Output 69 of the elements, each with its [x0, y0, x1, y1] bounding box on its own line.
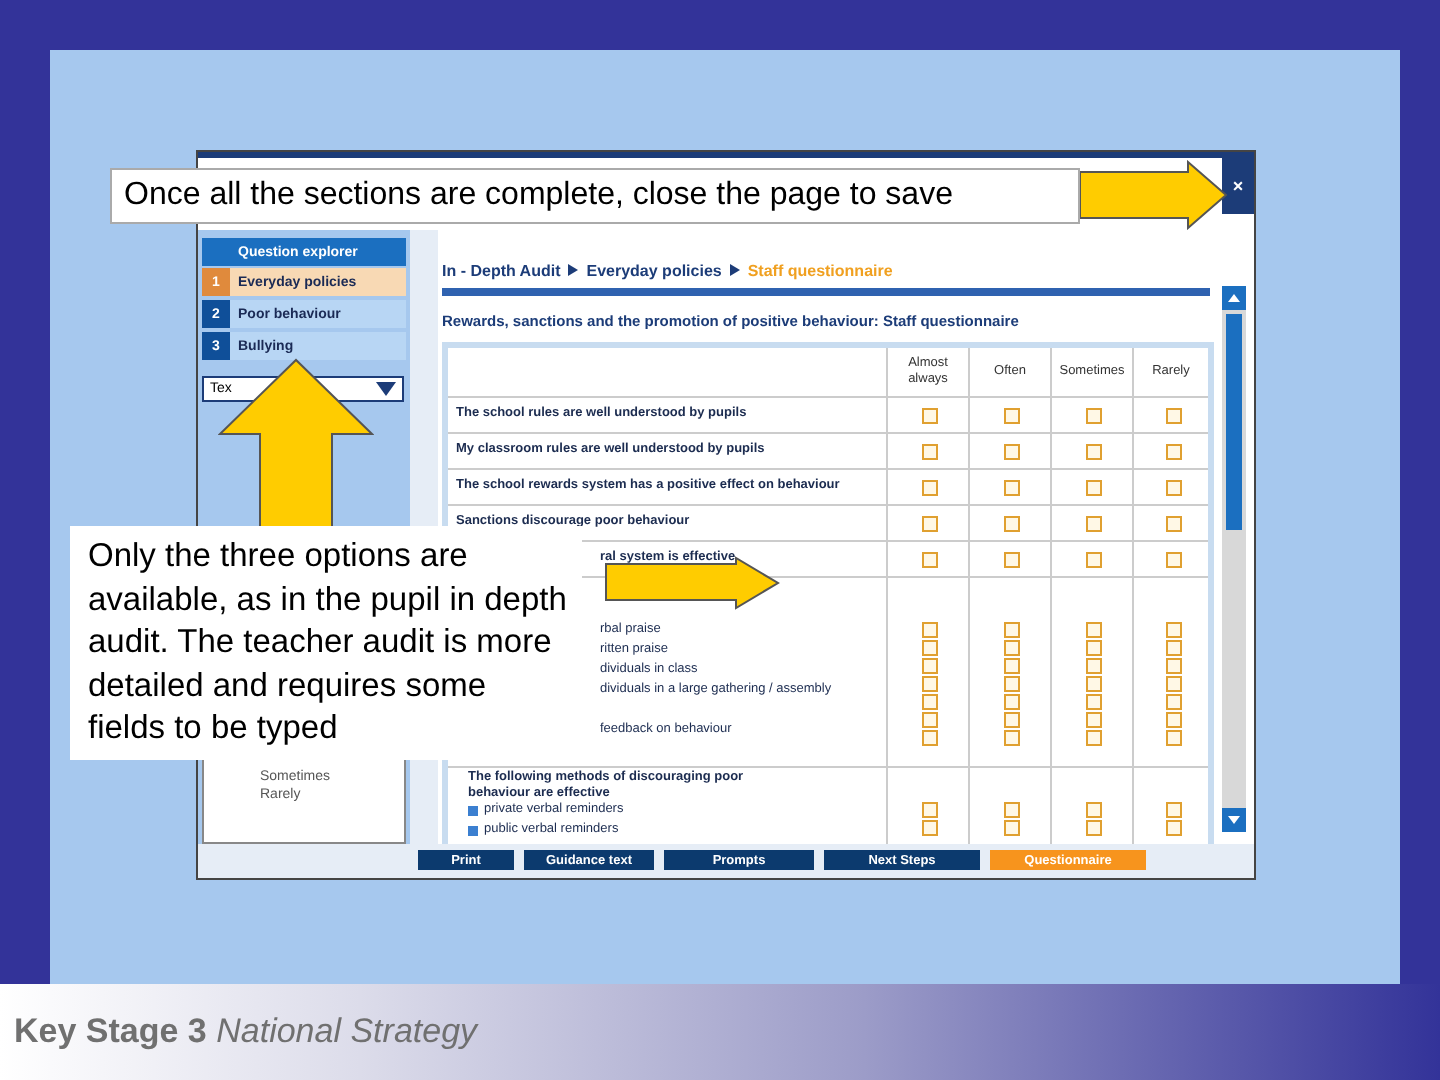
dropdown-caret-icon [376, 382, 396, 396]
checkbox[interactable] [922, 551, 938, 567]
checkbox[interactable] [1086, 657, 1102, 673]
callout-text: Once all the sections are complete, close the page to save [110, 168, 1080, 224]
checkbox[interactable] [1004, 729, 1020, 745]
checkbox[interactable] [1165, 407, 1181, 423]
checkbox[interactable] [1165, 711, 1181, 727]
checkbox[interactable] [1086, 729, 1102, 745]
checkbox[interactable] [922, 407, 938, 423]
checkbox[interactable] [922, 819, 938, 835]
checkbox[interactable] [1165, 443, 1181, 459]
checkbox[interactable] [922, 621, 938, 637]
checkbox[interactable] [1004, 675, 1020, 691]
checkbox[interactable] [1165, 657, 1181, 673]
checkbox[interactable] [1165, 551, 1181, 567]
scroll-down-icon[interactable] [1222, 808, 1246, 832]
checkbox[interactable] [922, 801, 938, 817]
checkbox[interactable] [1086, 801, 1102, 817]
checkbox[interactable] [1086, 515, 1102, 531]
checkbox[interactable] [1086, 479, 1102, 495]
breadcrumb-link[interactable]: In - Depth Audit [442, 261, 561, 279]
scrollbar[interactable] [1222, 286, 1246, 832]
callout-text: Only the three options are available, as in the pupil in depth audit. The teacher audit is more detailed and requires some fields to be typed [70, 526, 582, 760]
scroll-thumb[interactable] [1226, 314, 1242, 530]
chevron-icon [568, 264, 579, 276]
checkbox[interactable] [1086, 621, 1102, 637]
checkbox[interactable] [922, 479, 938, 495]
checkbox[interactable] [1004, 551, 1020, 567]
checkbox[interactable] [1165, 515, 1181, 531]
checkbox[interactable] [1165, 801, 1181, 817]
checkbox[interactable] [1165, 729, 1181, 745]
checkbox[interactable] [922, 515, 938, 531]
checkbox[interactable] [1165, 479, 1181, 495]
checkbox[interactable] [922, 639, 938, 655]
checkbox[interactable] [1086, 675, 1102, 691]
checkbox[interactable] [1004, 819, 1020, 835]
close-button[interactable]: × [1222, 158, 1254, 214]
checkbox[interactable] [1086, 443, 1102, 459]
checkbox[interactable] [1086, 693, 1102, 709]
checkbox[interactable] [1004, 657, 1020, 673]
checkbox[interactable] [1004, 443, 1020, 459]
checkbox[interactable] [1086, 551, 1102, 567]
checkbox[interactable] [1165, 621, 1181, 637]
checkbox[interactable] [1165, 639, 1181, 655]
checkbox[interactable] [922, 443, 938, 459]
checkbox[interactable] [1086, 819, 1102, 835]
checkbox[interactable] [922, 675, 938, 691]
checkbox[interactable] [1165, 693, 1181, 709]
checkbox[interactable] [922, 729, 938, 745]
checkbox[interactable] [1004, 479, 1020, 495]
checkbox[interactable] [1086, 711, 1102, 727]
footer-text: Key Stage 3 National Strategy [14, 1012, 478, 1052]
checkbox[interactable] [1004, 639, 1020, 655]
checkbox[interactable] [1004, 693, 1020, 709]
checkbox[interactable] [1004, 711, 1020, 727]
checkbox[interactable] [922, 693, 938, 709]
checkbox[interactable] [1165, 675, 1181, 691]
checkbox[interactable] [1086, 639, 1102, 655]
checkbox[interactable] [1086, 407, 1102, 423]
checkbox[interactable] [922, 711, 938, 727]
breadcrumb-link[interactable]: Everyday policies [586, 261, 722, 279]
chevron-icon [729, 264, 740, 276]
checkbox[interactable] [1165, 819, 1181, 835]
checkbox[interactable] [1004, 515, 1020, 531]
checkbox[interactable] [1004, 801, 1020, 817]
scroll-up-icon[interactable] [1222, 286, 1246, 310]
checkbox[interactable] [922, 657, 938, 673]
checkbox[interactable] [1004, 407, 1020, 423]
checkbox[interactable] [1004, 621, 1020, 637]
